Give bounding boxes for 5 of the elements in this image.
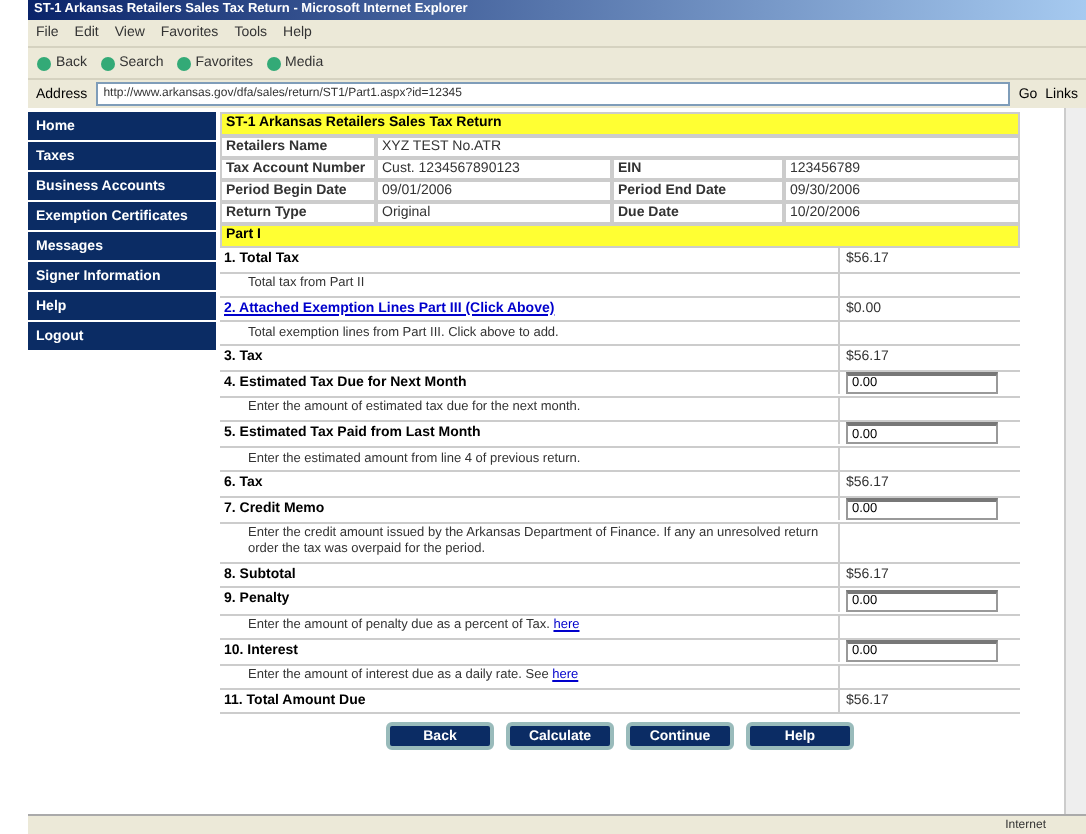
toolbar-icon — [175, 55, 192, 71]
toolbar-icon — [36, 55, 52, 71]
toolbar-icon — [265, 55, 282, 71]
toolbar-icon — [99, 55, 116, 71]
scrollbar[interactable] — [1064, 108, 1086, 814]
